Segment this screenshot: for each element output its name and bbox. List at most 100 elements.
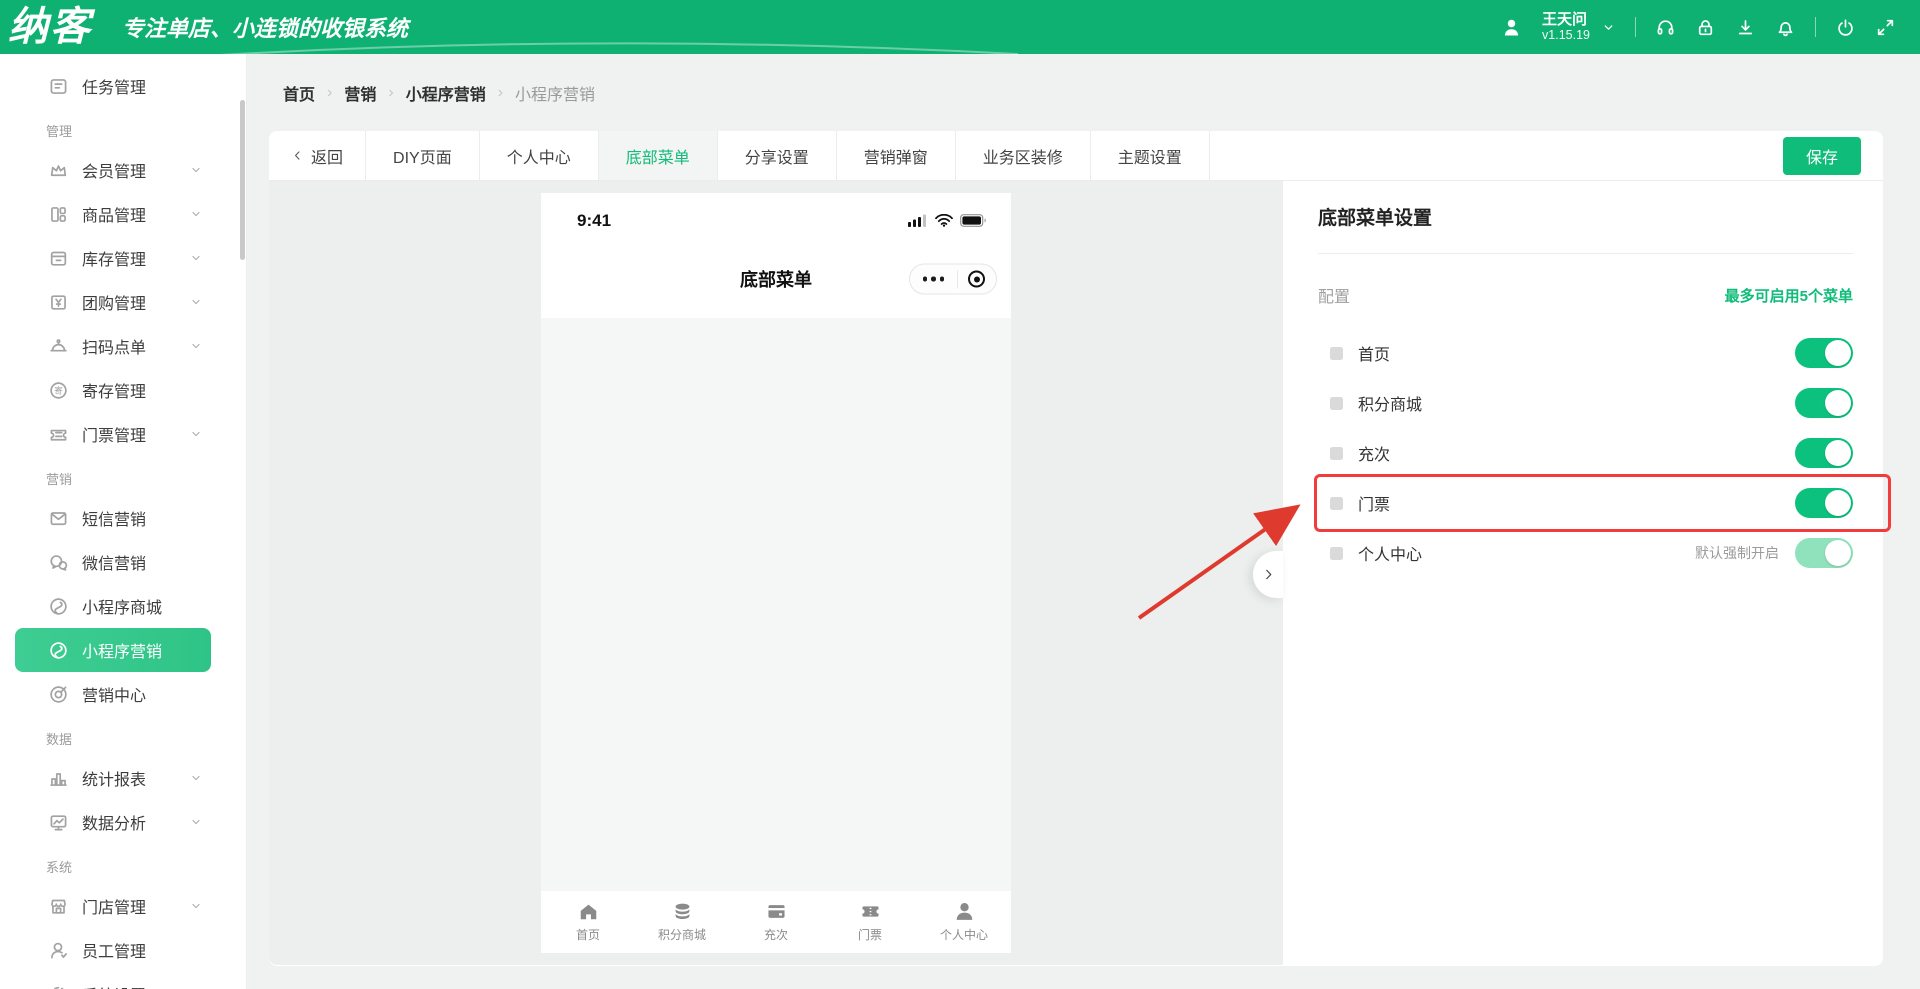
- sidebar-section-label: 管理: [46, 122, 246, 142]
- download-icon[interactable]: [1735, 17, 1756, 38]
- topbar: 纳客 专注单店、小连锁的收银系统 王天问 v1.15.19: [0, 0, 1920, 54]
- phone-nav-label: 门票: [858, 926, 882, 943]
- sidebar-item-member-management[interactable]: 会员管理: [15, 148, 211, 192]
- tab-bottom-menu[interactable]: 底部菜单: [599, 131, 718, 180]
- toggle-knob: [1825, 390, 1851, 416]
- sidebar-scrollbar-thumb[interactable]: [240, 100, 245, 260]
- headset-icon[interactable]: [1655, 17, 1676, 38]
- sidebar-item-label: 员工管理: [82, 938, 146, 962]
- sidebar-item-sms-marketing[interactable]: 短信营销: [15, 496, 211, 540]
- main-area: 首页 › 营销 › 小程序营销 › 小程序营销 › 返回: [246, 54, 1920, 989]
- battery-icon: [960, 214, 987, 227]
- menu-row-label: 首页: [1358, 341, 1390, 365]
- chevron-down-icon: [189, 207, 203, 221]
- tab-diy-page[interactable]: DIY页面: [366, 131, 480, 180]
- toggle-switch[interactable]: [1795, 488, 1853, 518]
- miniapp-marketing-icon: [48, 640, 69, 661]
- lock-icon[interactable]: [1695, 17, 1716, 38]
- drag-handle[interactable]: [1330, 397, 1343, 410]
- tab-business-decoration[interactable]: 业务区装修: [956, 131, 1091, 180]
- bell-icon[interactable]: [1775, 17, 1796, 38]
- tab-theme-settings[interactable]: 主题设置: [1091, 131, 1210, 180]
- breadcrumb-item[interactable]: 小程序营销: [406, 81, 486, 105]
- toggle-switch[interactable]: [1795, 338, 1853, 368]
- topbar-actions: 王天问 v1.15.19: [1500, 11, 1896, 43]
- back-button[interactable]: 返回: [269, 131, 366, 180]
- fullscreen-icon[interactable]: [1875, 17, 1896, 38]
- sidebar-item-label: 营销中心: [82, 682, 146, 706]
- panel-divider: [1318, 253, 1853, 254]
- breadcrumb-item[interactable]: 营销: [344, 81, 376, 105]
- menu-row-label: 个人中心: [1358, 541, 1422, 565]
- phone-body: [541, 318, 1011, 891]
- chevron-down-icon: [189, 899, 203, 913]
- phone-bottom-menu: 首页 积分商城 充次: [541, 891, 1011, 953]
- sms-icon: [48, 508, 69, 529]
- sidebar-item-label: 统计报表: [82, 766, 146, 790]
- menu-config-list: 首页 积分商城: [1318, 328, 1853, 578]
- sidebar-menu: 任务管理 管理 会员管理 商品管理 库存管理: [0, 64, 246, 989]
- divider: [1815, 17, 1816, 37]
- sidebar-item-wechat-marketing[interactable]: 微信营销: [15, 540, 211, 584]
- capsule-divider: [957, 270, 958, 288]
- sidebar-item-system-settings[interactable]: 系统设置: [15, 972, 211, 989]
- report-icon: [48, 768, 69, 789]
- chevron-down-icon: [189, 163, 203, 177]
- menu-config-row-points-mall: 积分商城: [1318, 378, 1853, 428]
- tab-share-settings[interactable]: 分享设置: [718, 131, 837, 180]
- sidebar-item-groupbuy-management[interactable]: 团购管理: [15, 280, 211, 324]
- sidebar-item-miniapp-mall[interactable]: 小程序商城: [15, 584, 211, 628]
- chevron-down-icon: [189, 295, 203, 309]
- sidebar-section-label: 系统: [46, 858, 246, 878]
- goods-icon: [48, 204, 69, 225]
- tabs: DIY页面 个人中心 底部菜单 分享设置 营销弹窗 业务区装修 主题设置: [366, 131, 1210, 180]
- sidebar-item-ticket-management[interactable]: 门票管理: [15, 412, 211, 456]
- toggle-switch[interactable]: [1795, 438, 1853, 468]
- toggle-switch[interactable]: [1795, 388, 1853, 418]
- panel-title: 底部菜单设置: [1318, 205, 1853, 233]
- app-version: v1.15.19: [1542, 28, 1590, 42]
- sidebar-item-data-analysis[interactable]: 数据分析: [15, 800, 211, 844]
- sidebar-item-deposit-management[interactable]: 寄 寄存管理: [15, 368, 211, 412]
- sidebar-item-product-management[interactable]: 商品管理: [15, 192, 211, 236]
- sidebar-item-task-management[interactable]: 任务管理: [15, 64, 211, 108]
- sidebar-item-staff-management[interactable]: 员工管理: [15, 928, 211, 972]
- sidebar-item-inventory-management[interactable]: 库存管理: [15, 236, 211, 280]
- user-avatar-icon: [1500, 16, 1523, 39]
- more-icon: [921, 277, 947, 282]
- config-header: 配置 最多可启用5个菜单: [1318, 284, 1853, 306]
- user-menu[interactable]: 王天问 v1.15.19: [1542, 11, 1590, 43]
- tab-marketing-popup[interactable]: 营销弹窗: [837, 131, 956, 180]
- drag-handle[interactable]: [1330, 447, 1343, 460]
- back-chevron-icon: [291, 149, 304, 162]
- sidebar-item-scan-order[interactable]: 扫码点单: [15, 324, 211, 368]
- svg-text:寄: 寄: [54, 385, 63, 395]
- sidebar-item-marketing-center[interactable]: 营销中心: [15, 672, 211, 716]
- sidebar-item-label: 商品管理: [82, 202, 146, 226]
- chevron-down-icon: [189, 815, 203, 829]
- drag-handle[interactable]: [1330, 347, 1343, 360]
- tab-personal-center[interactable]: 个人中心: [480, 131, 599, 180]
- breadcrumb-item[interactable]: 首页: [283, 81, 315, 105]
- menu-config-row-recharge-times: 充次: [1318, 428, 1853, 478]
- sidebar-item-statistics-report[interactable]: 统计报表: [15, 756, 211, 800]
- power-icon[interactable]: [1835, 17, 1856, 38]
- drag-handle[interactable]: [1330, 497, 1343, 510]
- save-button[interactable]: 保存: [1783, 137, 1861, 175]
- drag-handle[interactable]: [1330, 547, 1343, 560]
- sidebar-item-store-management[interactable]: 门店管理: [15, 884, 211, 928]
- groupbuy-icon: [48, 292, 69, 313]
- toggle-switch[interactable]: [1795, 538, 1853, 568]
- breadcrumb-item[interactable]: 小程序营销: [515, 81, 595, 105]
- wifi-icon: [935, 214, 953, 227]
- username: 王天问: [1542, 11, 1590, 28]
- member-icon: [48, 160, 69, 181]
- phone-preview: 9:41 底部菜单: [541, 193, 1011, 953]
- chevron-down-icon[interactable]: [1601, 20, 1616, 35]
- sidebar-item-label: 寄存管理: [82, 378, 146, 402]
- sidebar-item-miniapp-marketing[interactable]: 小程序营销: [15, 628, 211, 672]
- sidebar: 任务管理 管理 会员管理 商品管理 库存管理: [0, 54, 246, 989]
- menu-config-row-ticket: 门票: [1318, 478, 1853, 528]
- breadcrumb-separator: ›: [327, 84, 332, 102]
- settings-icon: [48, 984, 69, 989]
